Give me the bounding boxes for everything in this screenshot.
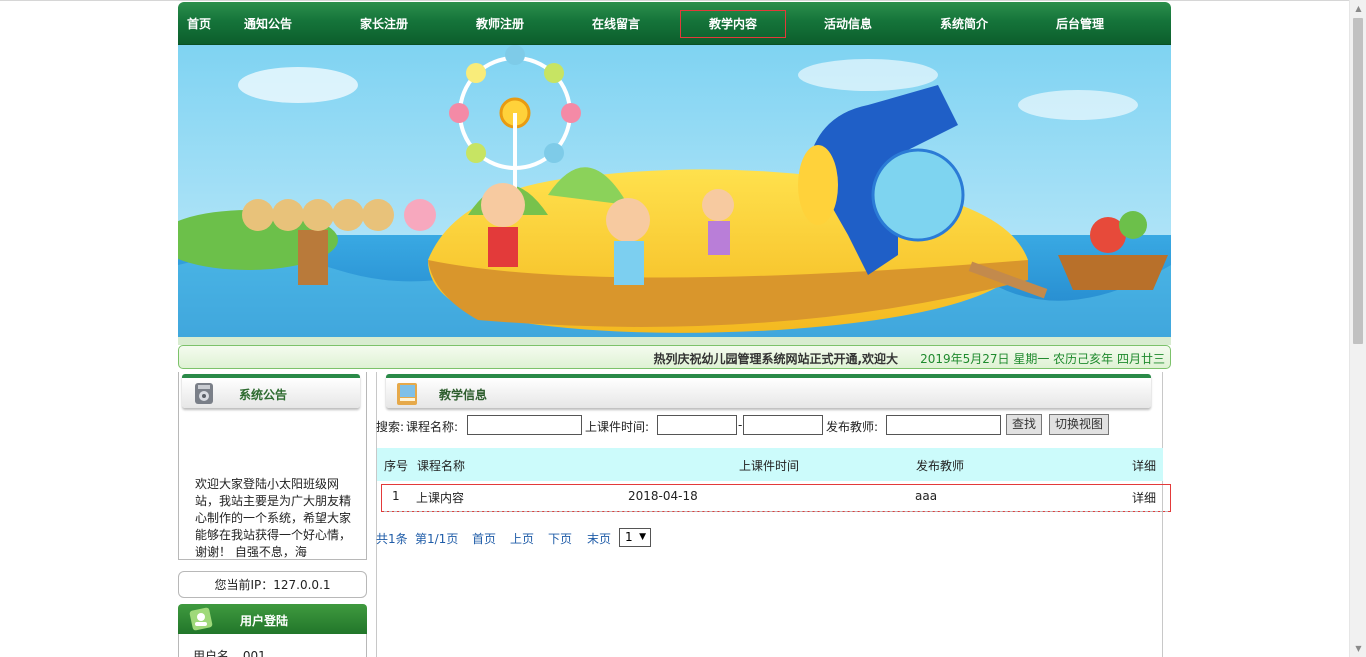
nav-item-activities[interactable]: 活动信息 [823,10,873,38]
announcement-marquee: 热列庆祝幼儿园管理系统网站正式开通,欢迎大 2019年5月27日 星期一 农历己… [178,345,1171,369]
pager-last[interactable]: 末页 [587,530,611,547]
username-row: 用户名 001 [193,647,266,657]
col-header-teacher: 发布教师 [916,459,965,473]
username-value: 001 [242,649,266,657]
nav-item-notices[interactable]: 通知公告 [243,10,293,38]
current-date: 2019年5月27日 星期一 农历己亥年 四月廿三 [920,352,1165,366]
col-header-index: 序号 [384,459,409,473]
time-range-dash: - [738,418,743,432]
col-header-course-name: 课程名称 [417,459,466,473]
time-end-input[interactable] [743,415,823,435]
time-label: 上课件时间: [585,420,650,434]
search-label: 搜索: [376,420,405,434]
current-ip: 您当前IP：127.0.0.1 [178,571,367,598]
system-notice-title: 系统公告 [239,388,288,402]
user-card-icon [189,607,213,631]
cell-teacher: aaa [915,489,938,503]
marquee-message: 热列庆祝幼儿园管理系统网站正式开通,欢迎大 [653,352,898,366]
user-login-header: 用户登陆 [178,604,367,634]
nav-item-teacher-register[interactable]: 教师注册 [475,10,525,38]
course-name-label: 课程名称: [406,420,459,434]
detail-link[interactable]: 详细 [1132,489,1156,506]
cell-course-name: 上课内容 [416,491,465,505]
nav-item-admin[interactable]: 后台管理 [1055,10,1105,38]
cell-time: 2018-04-18 [628,489,698,503]
pager-total: 共1条 [376,532,408,546]
vertical-scrollbar[interactable]: ▲ ▼ [1349,0,1366,657]
teaching-info-title: 教学信息 [439,388,488,402]
switch-view-button[interactable]: 切换视图 [1049,414,1110,435]
row-divider [384,511,1168,512]
chevron-down-icon: ▼ [639,532,646,542]
teaching-info-header: 教学信息 [386,374,1151,408]
nav-item-home[interactable]: 首页 [186,10,212,38]
page-container: 首页 通知公告 家长注册 教师注册 在线留言 教学内容 活动信息 系统简介 后台… [178,2,1171,657]
table-row[interactable]: 1 上课内容 2018-04-18 aaa 详细 [381,484,1171,512]
system-notice-panel: 系统公告 欢迎大家登陆小太阳班级网站，我站主要是为广大朋友精心制作的一个系统，希… [178,372,367,560]
username-label: 用户名 [193,649,230,657]
left-sidebar: 系统公告 欢迎大家登陆小太阳班级网站，我站主要是为广大朋友精心制作的一个系统，希… [178,372,367,657]
teacher-label: 发布教师: [826,420,879,434]
speaker-icon [195,383,213,404]
user-login-panel: 用户名 001 [178,634,367,657]
col-header-time: 上课件时间 [739,459,800,473]
book-icon [397,383,417,405]
pager-prev[interactable]: 上页 [510,530,534,547]
pager-next[interactable]: 下页 [548,530,572,547]
main-navigation: 首页 通知公告 家长注册 教师注册 在线留言 教学内容 活动信息 系统简介 后台… [178,2,1171,45]
nav-item-parent-register[interactable]: 家长注册 [359,10,409,38]
banner-artwork [178,45,1171,345]
pager-first[interactable]: 首页 [472,530,496,547]
banner-illustration [178,45,1171,345]
nav-item-teaching-content[interactable]: 教学内容 [680,10,786,38]
nav-item-online-message[interactable]: 在线留言 [591,10,641,38]
time-start-input[interactable] [657,415,737,435]
col-header-detail: 详细 [1132,459,1157,473]
system-notice-header: 系统公告 [182,374,360,408]
teacher-input[interactable] [886,415,1001,435]
pager-page-info: 第1/1页 [415,532,459,546]
search-button[interactable]: 查找 [1006,414,1043,435]
system-notice-text: 欢迎大家登陆小太阳班级网站，我站主要是为广大朋友精心制作的一个系统，希望大家能够… [195,477,352,559]
scroll-up-icon[interactable]: ▲ [1350,0,1366,17]
page-select[interactable]: 1 ▼ [619,528,651,547]
scrollbar-thumb[interactable] [1353,18,1363,344]
page-top-border [0,0,1366,1]
user-login-title: 用户登陆 [240,614,289,628]
cell-index: 1 [392,489,400,503]
scroll-down-icon[interactable]: ▼ [1350,640,1366,657]
table-header: 序号 课程名称 上课件时间 发布教师 详细 [377,448,1163,481]
nav-item-system-intro[interactable]: 系统简介 [939,10,989,38]
teaching-info-panel: 教学信息 搜索: 课程名称: 上课件时间: - 发布教师: 查找 切换视图 序号… [376,372,1171,657]
course-name-input[interactable] [467,415,582,435]
page-select-value: 1 [625,530,633,544]
